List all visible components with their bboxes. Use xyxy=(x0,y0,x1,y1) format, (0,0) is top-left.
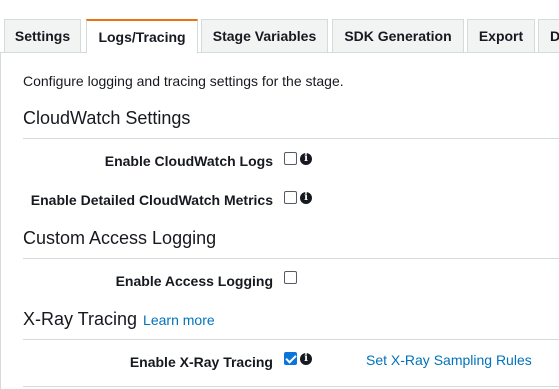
enable-cloudwatch-logs-label: Enable CloudWatch Logs xyxy=(104,153,273,169)
section-title-xray: X-Ray Tracing Learn more xyxy=(23,309,215,330)
set-xray-sampling-rules-link[interactable]: Set X-Ray Sampling Rules xyxy=(366,352,532,368)
enable-access-logging-checkbox[interactable] xyxy=(284,271,297,284)
enable-access-logging-label: Enable Access Logging xyxy=(115,273,273,289)
info-icon[interactable]: i xyxy=(300,353,312,365)
tab-export[interactable]: Export xyxy=(467,19,535,53)
section-divider xyxy=(23,386,559,387)
info-icon[interactable]: i xyxy=(300,153,312,165)
info-icon[interactable]: i xyxy=(300,192,312,204)
enable-detailed-metrics-checkbox[interactable] xyxy=(284,191,297,204)
enable-xray-tracing-label: Enable X-Ray Tracing xyxy=(129,354,273,370)
learn-more-link[interactable]: Learn more xyxy=(143,312,215,328)
section-title-access-logging: Custom Access Logging xyxy=(23,228,217,248)
xray-title-text: X-Ray Tracing xyxy=(23,309,138,329)
section-title-cloudwatch: CloudWatch Settings xyxy=(23,108,191,128)
enable-xray-tracing-checkbox[interactable] xyxy=(284,352,297,365)
enable-cloudwatch-logs-checkbox[interactable] xyxy=(284,152,297,165)
section-divider xyxy=(23,138,559,139)
panel-border xyxy=(0,53,1,389)
tab-stage-variables[interactable]: Stage Variables xyxy=(201,19,328,53)
tab-bar-divider xyxy=(0,52,559,53)
tab-truncated[interactable]: D xyxy=(538,19,559,53)
tab-sdk-generation[interactable]: SDK Generation xyxy=(332,19,464,53)
tab-settings[interactable]: Settings xyxy=(4,19,81,53)
section-divider xyxy=(23,258,559,259)
section-divider xyxy=(23,339,559,340)
tab-logs-tracing[interactable]: Logs/Tracing xyxy=(86,19,198,54)
stage-tab-bar: Settings Logs/Tracing Stage Variables SD… xyxy=(0,0,559,54)
enable-detailed-metrics-label: Enable Detailed CloudWatch Metrics xyxy=(30,192,273,208)
intro-text: Configure logging and tracing settings f… xyxy=(23,73,344,89)
